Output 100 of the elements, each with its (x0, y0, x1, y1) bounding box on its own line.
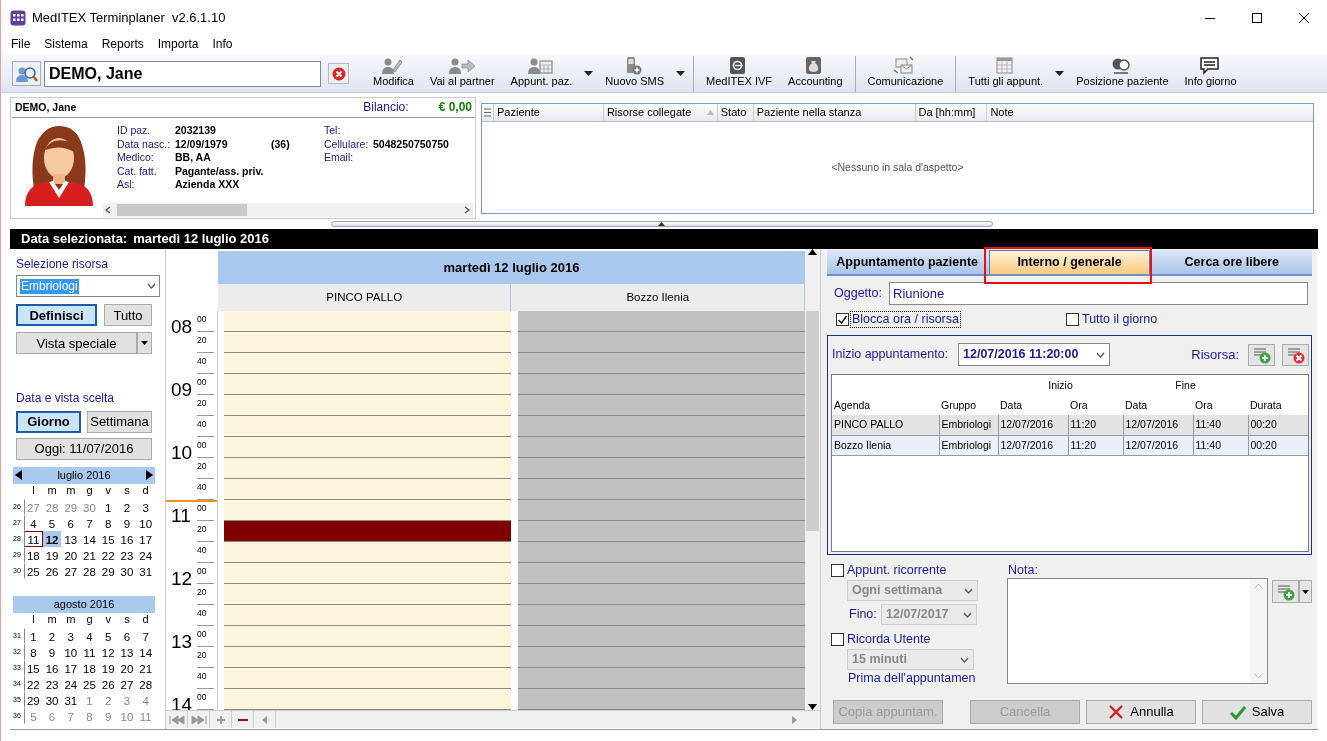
remove-resource-button[interactable] (1282, 343, 1309, 366)
name-field[interactable]: DEMO, Jane (44, 60, 321, 87)
calendar-day[interactable]: 20 (61, 546, 81, 563)
appointment-block[interactable] (223, 521, 511, 542)
column-header[interactable]: Durata (1248, 395, 1308, 415)
calendar-day[interactable]: 3 (136, 498, 155, 515)
time-slot[interactable] (223, 416, 511, 437)
calendar-day[interactable]: 27 (61, 562, 81, 579)
calendar-day[interactable]: 16 (42, 659, 62, 676)
special-view-button[interactable]: Vista speciale (16, 332, 137, 355)
toolbar-button[interactable]: Accounting (780, 55, 851, 92)
calendar-day[interactable]: 9 (98, 707, 118, 724)
toolbar-button[interactable]: Comunicazione (859, 55, 952, 92)
toolbar-button[interactable]: Appunt. paz. (502, 55, 581, 92)
calendar-day[interactable]: 21 (136, 659, 155, 676)
calendar-day[interactable]: 8 (24, 643, 43, 660)
time-slot[interactable] (223, 626, 511, 647)
column-header[interactable]: Ora (1193, 395, 1248, 415)
calendar-day[interactable]: 17 (136, 530, 155, 547)
time-slot[interactable] (518, 647, 806, 668)
calendar-day[interactable]: 8 (98, 514, 118, 531)
calendar-day[interactable]: 18 (24, 546, 43, 563)
menu-item[interactable]: Sistema (37, 36, 95, 52)
time-slot[interactable] (518, 542, 806, 563)
calendar-day[interactable]: 23 (42, 675, 62, 692)
checkbox[interactable] (831, 564, 844, 577)
calendar-day[interactable]: 1 (24, 627, 43, 644)
calendar-day[interactable]: 9 (42, 643, 62, 660)
today-button[interactable]: Oggi: 11/07/2016 (16, 437, 152, 460)
checkbox[interactable] (1066, 312, 1079, 326)
menu-item[interactable]: Importa (150, 36, 206, 52)
dropdown-button[interactable] (137, 332, 152, 355)
splitter-handle[interactable] (330, 221, 993, 227)
time-slot[interactable] (223, 458, 511, 479)
calendar-day[interactable]: 1 (98, 498, 118, 515)
toggle-button[interactable]: Definisci (16, 304, 97, 327)
time-slot[interactable] (223, 353, 511, 374)
menu-item[interactable]: File (4, 36, 38, 52)
time-slot[interactable] (518, 626, 806, 647)
calendar-day[interactable]: 19 (98, 659, 118, 676)
column-header[interactable]: Data (1123, 395, 1193, 415)
calendar-day[interactable]: 3 (117, 691, 137, 708)
calendar-day[interactable]: 14 (80, 530, 99, 547)
tab[interactable]: Cerca ore libere (1151, 250, 1312, 274)
caret-down-icon[interactable] (1055, 71, 1065, 76)
calendar-day[interactable]: 26 (98, 675, 118, 692)
toolbar-button[interactable]: Tutti gli appunt. (960, 55, 1052, 92)
calendar-day[interactable]: 16 (117, 530, 137, 547)
calendar-day[interactable]: 17 (61, 659, 81, 676)
time-slot[interactable] (223, 563, 511, 584)
column-header[interactable]: Risorse collegate (603, 104, 718, 121)
calendar-day[interactable]: 10 (136, 514, 155, 531)
calendar-day[interactable]: 23 (117, 546, 137, 563)
caret-down-icon[interactable] (584, 71, 594, 76)
calendar-day[interactable]: 1 (80, 691, 99, 708)
menu-item[interactable]: Info (205, 36, 240, 52)
time-slot[interactable] (223, 332, 511, 353)
search-button[interactable] (12, 61, 41, 86)
column-header[interactable]: Agenda (832, 395, 939, 415)
next-month-icon[interactable] (146, 470, 153, 481)
calendar-day[interactable]: 20 (117, 659, 137, 676)
horizontal-scrollbar[interactable] (103, 203, 473, 217)
toolbar-button[interactable]: Nuovo SMS (597, 55, 673, 92)
calendar-day[interactable]: 25 (24, 562, 43, 579)
calendar-day[interactable]: 31 (61, 691, 81, 708)
calendar-day[interactable]: 7 (61, 707, 81, 724)
calendar-day[interactable]: 6 (42, 707, 62, 724)
time-slot[interactable] (223, 395, 511, 416)
time-slot[interactable] (518, 563, 806, 584)
calendar-day[interactable]: 4 (136, 691, 155, 708)
time-slot[interactable] (223, 500, 511, 521)
checkbox[interactable] (836, 312, 849, 326)
toggle-button[interactable]: Settimana (87, 410, 152, 433)
calendar-day[interactable]: 11 (24, 530, 43, 547)
time-slot[interactable] (518, 479, 806, 500)
action-button[interactable]: Salva (1202, 700, 1312, 724)
calendar-day[interactable]: 2 (98, 691, 118, 708)
toggle-button[interactable]: Giorno (16, 410, 81, 433)
time-slot[interactable] (518, 605, 806, 626)
time-slot[interactable] (223, 479, 511, 500)
calendar-day[interactable]: 10 (61, 643, 81, 660)
calendar-day[interactable]: 30 (80, 498, 99, 515)
calendar-day[interactable]: 29 (98, 562, 118, 579)
tab[interactable]: Interno / generale (989, 250, 1150, 274)
calendar-day[interactable]: 28 (80, 562, 99, 579)
clear-button[interactable] (328, 63, 349, 84)
prev-month-icon[interactable] (15, 470, 22, 481)
tab[interactable]: Appuntamento paziente (827, 250, 988, 274)
calendar-day[interactable]: 2 (117, 498, 137, 515)
calendar-day[interactable]: 27 (24, 498, 43, 515)
calendar-day[interactable]: 13 (117, 643, 137, 660)
time-slot[interactable] (518, 437, 806, 458)
calendar-day[interactable]: 14 (136, 643, 155, 660)
calendar-day[interactable]: 15 (98, 530, 118, 547)
time-slot[interactable] (518, 416, 806, 437)
vertical-scrollbar[interactable] (805, 311, 820, 710)
calendar-day[interactable]: 30 (42, 691, 62, 708)
calendar-day[interactable]: 27 (117, 675, 137, 692)
time-slot[interactable] (223, 542, 511, 563)
toolbar-button[interactable]: Vai al partner (421, 55, 503, 92)
